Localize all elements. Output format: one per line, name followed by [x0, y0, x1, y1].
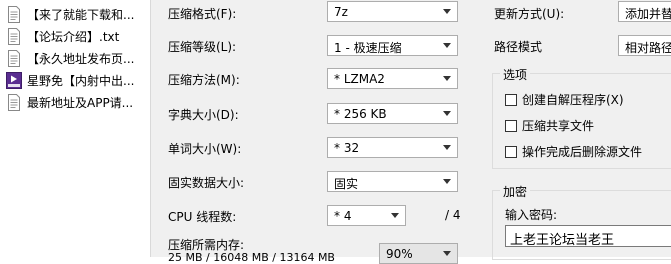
- checkbox-label: 创建自解压程序(X): [522, 93, 624, 107]
- file-name: 【论坛介绍】.txt: [27, 29, 120, 44]
- path-mode-label: 路径模式: [494, 40, 543, 54]
- text-file-icon: [8, 49, 20, 67]
- text-file-icon: [8, 93, 20, 111]
- encryption-group-title: 加密: [500, 183, 531, 200]
- cpu-threads-label: CPU 线程数:: [168, 210, 237, 224]
- word-size-select[interactable]: * 32: [327, 137, 458, 158]
- solid-block-label: 固实数据大小:: [168, 176, 245, 190]
- chevron-down-icon: [443, 9, 451, 14]
- checkbox-label: 操作完成后删除源文件: [522, 145, 643, 159]
- word-size-value: * 32: [334, 141, 360, 155]
- password-input[interactable]: 上老王论坛当老王: [505, 225, 671, 248]
- delete-after-compress-checkbox[interactable]: 操作完成后删除源文件: [505, 143, 642, 160]
- checkbox-box[interactable]: [505, 119, 517, 132]
- password-value: 上老王论坛当老王: [510, 233, 615, 248]
- memory-percent-select[interactable]: 90%: [379, 243, 458, 264]
- chevron-down-icon: [391, 213, 399, 218]
- media-file-icon: [6, 71, 22, 89]
- chevron-down-icon: [443, 111, 451, 116]
- solid-block-select[interactable]: 固实: [327, 171, 458, 192]
- cpu-threads-select[interactable]: * 4: [327, 205, 406, 226]
- dictionary-label: 字典大小(D):: [168, 108, 239, 122]
- dictionary-select[interactable]: * 256 KB: [327, 103, 458, 124]
- path-mode-value: 相对路径: [625, 41, 671, 55]
- chevron-down-icon: [443, 251, 451, 256]
- options-group-title: 选项: [500, 66, 531, 83]
- level-value: 1 - 极速压缩: [334, 41, 402, 55]
- method-select[interactable]: * LZMA2: [327, 68, 458, 89]
- file-name: 最新地址及APP请...: [27, 95, 134, 110]
- memory-percent-value: 90%: [386, 247, 413, 261]
- text-file-icon: [8, 27, 20, 45]
- file-list-item[interactable]: 星野免【内射中出...: [0, 69, 150, 91]
- file-name: 【永久地址发布页...: [27, 51, 135, 66]
- file-list-item[interactable]: 最新地址及APP请...: [0, 91, 150, 113]
- chevron-down-icon: [443, 76, 451, 81]
- update-mode-label: 更新方式(U):: [494, 7, 565, 21]
- level-label: 压缩等级(L):: [168, 40, 237, 54]
- method-value: * LZMA2: [334, 72, 385, 86]
- file-name: 【来了就能下载和...: [27, 7, 135, 22]
- file-list-item[interactable]: 【论坛介绍】.txt: [0, 25, 150, 47]
- checkbox-label: 压缩共享文件: [522, 119, 595, 133]
- text-file-icon: [8, 5, 20, 23]
- update-mode-value: 添加并替: [625, 7, 671, 21]
- format-select[interactable]: 7z: [327, 1, 458, 22]
- level-select[interactable]: 1 - 极速压缩: [327, 35, 458, 56]
- update-mode-select[interactable]: 添加并替: [618, 1, 671, 22]
- chevron-down-icon: [443, 43, 451, 48]
- format-value: 7z: [334, 5, 348, 19]
- file-list-item[interactable]: 【永久地址发布页...: [0, 47, 150, 69]
- checkbox-box[interactable]: [505, 93, 517, 106]
- compression-settings-dialog: 压缩格式(F): 7z 压缩等级(L): 1 - 极速压缩 压缩方法(M): *…: [151, 0, 671, 264]
- cpu-threads-value: * 4: [334, 209, 352, 223]
- dictionary-value: * 256 KB: [334, 107, 387, 121]
- file-name: 星野免【内射中出...: [27, 73, 135, 88]
- self-extracting-checkbox[interactable]: 创建自解压程序(X): [505, 91, 624, 108]
- memory-detail: 25 MB / 16048 MB / 13164 MB: [168, 251, 335, 264]
- solid-block-value: 固实: [334, 177, 359, 191]
- method-label: 压缩方法(M):: [168, 73, 240, 87]
- file-list-item[interactable]: 【来了就能下载和...: [0, 3, 150, 25]
- path-mode-select[interactable]: 相对路径: [618, 35, 671, 56]
- word-size-label: 单词大小(W):: [168, 142, 242, 156]
- chevron-down-icon: [443, 179, 451, 184]
- compress-shared-files-checkbox[interactable]: 压缩共享文件: [505, 117, 594, 134]
- cpu-threads-total: / 4: [445, 208, 461, 222]
- file-list-panel: 【来了就能下载和... 【论坛介绍】.txt 【永久地址发布页... 星野免【内…: [0, 0, 151, 257]
- chevron-down-icon: [443, 145, 451, 150]
- checkbox-box[interactable]: [505, 145, 517, 158]
- format-label: 压缩格式(F):: [168, 7, 237, 21]
- password-label: 输入密码:: [505, 208, 558, 222]
